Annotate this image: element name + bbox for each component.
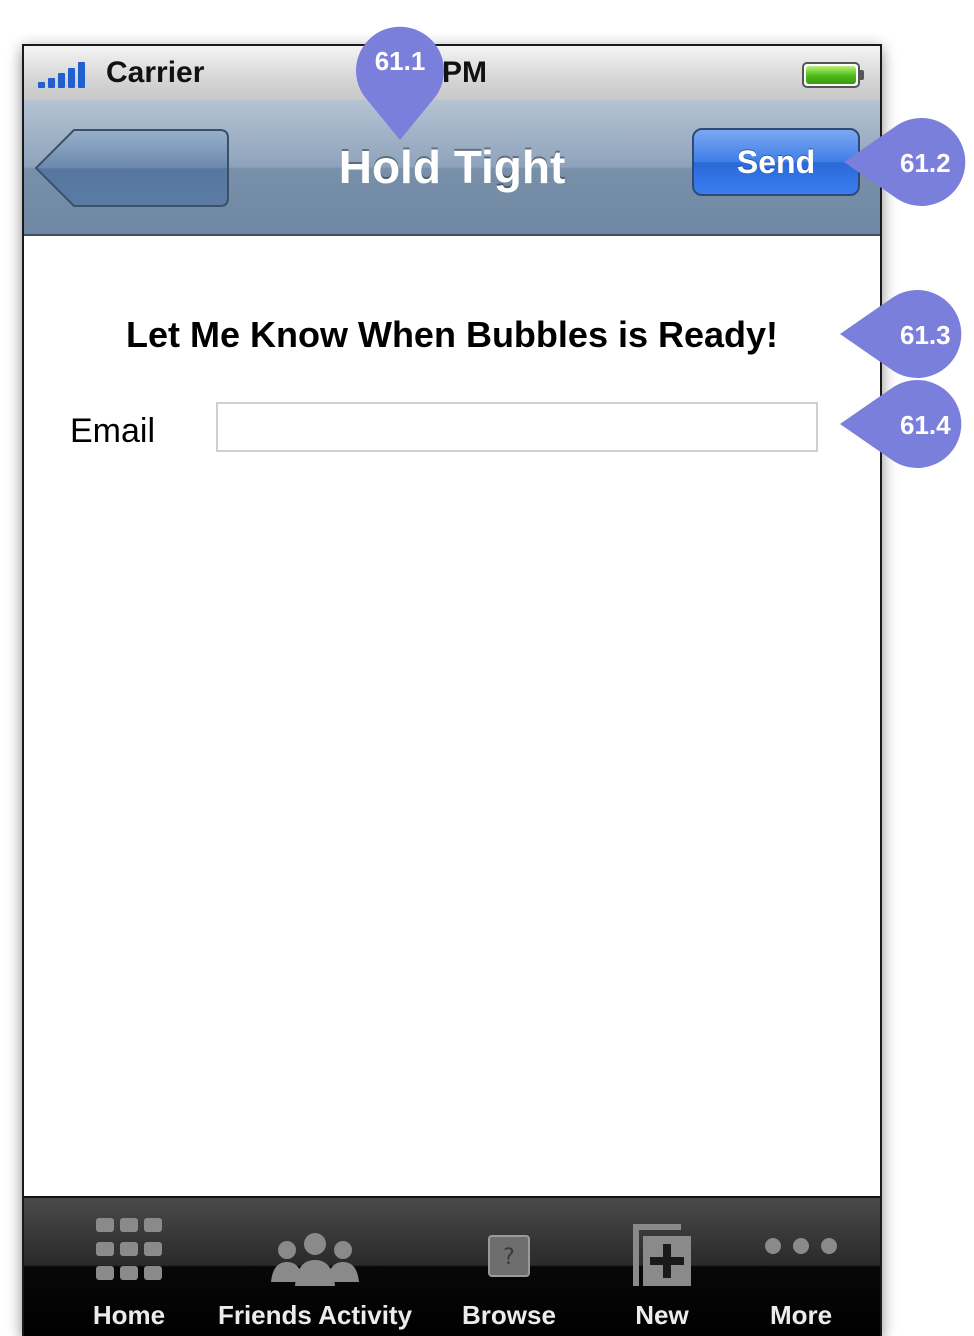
question-icon: ? [488,1235,530,1277]
annotation-label: 61.4 [900,410,951,440]
send-button[interactable]: Send [692,128,860,196]
tab-new-label: New [635,1300,689,1330]
grid-icon [96,1218,162,1280]
annotation-callout-61-2: 61.2 [844,118,974,208]
status-bar: Carrier 4 PM [24,46,880,101]
tab-home[interactable]: Home [64,1198,194,1336]
tab-browse-label: Browse [462,1300,556,1330]
people-icon [271,1233,359,1286]
tab-more-label: More [769,1300,833,1330]
navigation-bar: Hold Tight Send [24,100,880,236]
tab-new[interactable]: New [604,1198,720,1336]
email-label: Email [70,412,156,450]
battery-icon [802,62,864,88]
email-field[interactable] [216,402,818,452]
annotation-callout-61-4: 61.4 [840,380,974,470]
tab-home-label: Home [92,1300,166,1330]
annotation-label: 61.3 [900,320,951,350]
annotation-label: 61.2 [900,148,951,178]
tab-friends-activity[interactable]: Friends Activity [210,1198,420,1336]
plus-page-icon [633,1224,691,1286]
annotation-callout-61-3: 61.3 [840,290,974,380]
ellipsis-icon [765,1238,837,1254]
status-time: 4 PM [416,56,488,89]
annotation-callout-61-1: 61.1 [352,24,448,142]
tab-browse[interactable]: ? Browse [444,1198,574,1336]
tab-bar: Home Friends Activity ? Browse New More [24,1196,880,1336]
phone-frame: Carrier 4 PM Hold Tight Send Let Me Know… [22,44,882,1336]
annotation-label: 61.1 [374,46,426,76]
page-heading: Let Me Know When Bubbles is Ready! [125,314,779,355]
tab-more[interactable]: More [738,1198,864,1336]
svg-text:?: ? [503,1245,515,1270]
tab-friends-activity-label: Friends Activity [217,1300,413,1330]
